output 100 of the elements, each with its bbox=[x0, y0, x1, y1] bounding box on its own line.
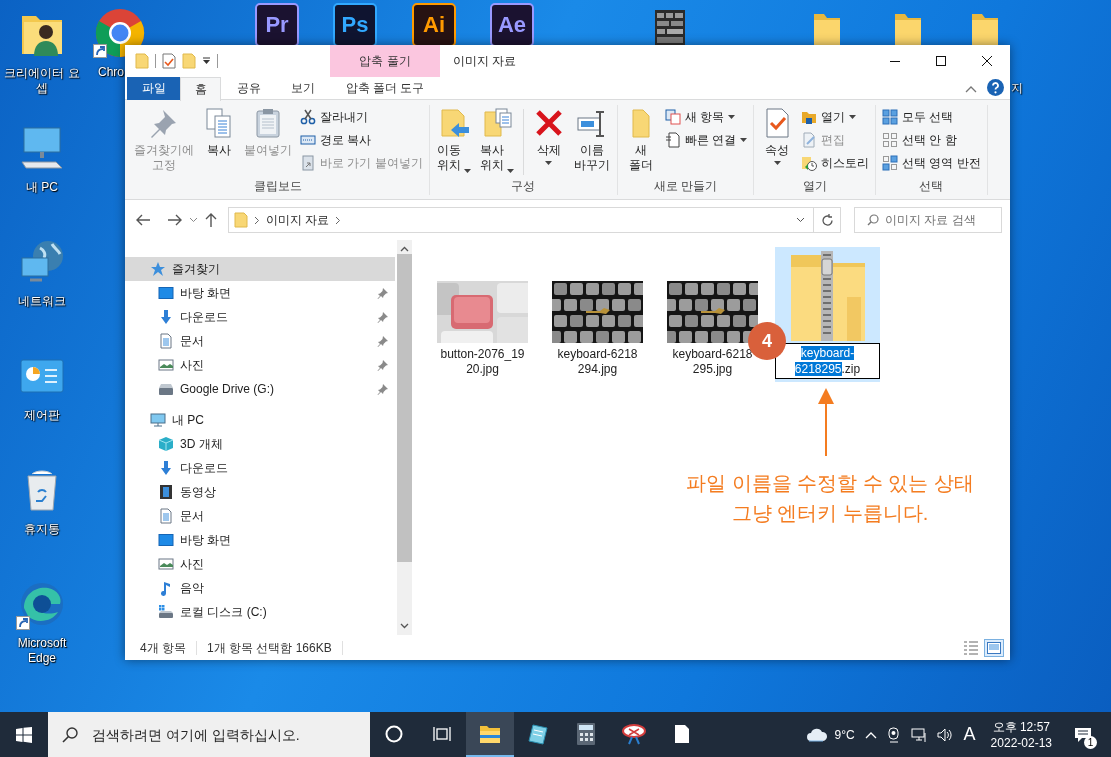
icon-label: 제어판 bbox=[23, 408, 61, 423]
chevron-down-icon bbox=[400, 623, 409, 629]
properties-button[interactable] bbox=[162, 51, 176, 71]
document-icon bbox=[664, 132, 681, 148]
search-box[interactable]: 검색하려면 여기에 입력하십시오. bbox=[48, 712, 370, 757]
ribbon-button[interactable]: 열기 bbox=[799, 106, 871, 128]
camera-icon bbox=[886, 726, 901, 743]
pin-icon bbox=[377, 311, 389, 323]
taskbar-button[interactable] bbox=[466, 712, 514, 757]
ribbon-button[interactable]: 선택 안 함 bbox=[880, 129, 983, 151]
arrow bbox=[818, 388, 834, 456]
address-bar[interactable]: 이미지 자료 bbox=[228, 207, 841, 233]
nav-item[interactable]: 3D 개체 bbox=[125, 432, 395, 456]
ribbon-button[interactable]: 삭제 bbox=[529, 105, 568, 167]
file-item[interactable]: keyboard-6218295.zip bbox=[775, 247, 880, 382]
search-field[interactable]: 이미지 자료 검색 bbox=[885, 213, 995, 227]
folder-icon bbox=[970, 12, 1000, 46]
cloud-icon bbox=[806, 727, 829, 742]
scrollbar-thumb[interactable] bbox=[397, 254, 412, 562]
nav-item[interactable]: 문서 bbox=[125, 504, 395, 528]
chevron-right-icon bbox=[254, 215, 260, 225]
drive-icon bbox=[158, 381, 174, 397]
notification-button[interactable]: 1 bbox=[1062, 712, 1104, 757]
group-label: 구성 bbox=[510, 179, 537, 195]
image-icon bbox=[158, 357, 174, 373]
weather-temperature[interactable]: 9°C bbox=[834, 727, 855, 742]
shortcut-arrow-icon bbox=[93, 44, 107, 58]
nav-item[interactable]: 내 PC bbox=[125, 408, 395, 432]
search-box[interactable]: 이미지 자료 검색 bbox=[854, 207, 1002, 233]
ribbon-button[interactable]: 복사 bbox=[200, 105, 238, 160]
view-toggle[interactable] bbox=[961, 638, 981, 657]
ribbon-button[interactable]: 잘라내기 bbox=[298, 106, 425, 128]
app-icon[interactable]: Ae bbox=[490, 3, 534, 47]
scissors-icon bbox=[300, 109, 316, 125]
monitor-icon bbox=[150, 412, 166, 428]
ribbon-tab[interactable]: 보기 bbox=[276, 77, 330, 100]
windows-icon bbox=[16, 726, 32, 743]
nav-item[interactable]: 즐겨찾기 bbox=[125, 257, 395, 281]
circle-icon bbox=[385, 724, 403, 743]
swirl-icon bbox=[18, 580, 66, 628]
clock-folder-icon bbox=[801, 155, 817, 171]
nav-item[interactable]: 음악 bbox=[125, 576, 395, 600]
input-indicator[interactable]: A bbox=[958, 712, 981, 757]
document-icon bbox=[158, 333, 174, 349]
app-icon[interactable]: Pr bbox=[255, 3, 299, 47]
nav-item[interactable]: 바탕 화면 bbox=[125, 281, 395, 305]
ribbon-button[interactable]: 모두 선택 bbox=[880, 106, 983, 128]
ribbon-button[interactable]: 새 항목 bbox=[662, 106, 749, 128]
nav-item[interactable]: Google Drive (G:) bbox=[125, 377, 395, 401]
folder-icon bbox=[801, 109, 817, 125]
scrollbar[interactable] bbox=[397, 240, 412, 635]
file-item[interactable]: button-2076_1920.jpg bbox=[430, 247, 535, 380]
ribbon-button[interactable]: 선택 영역 반전 bbox=[880, 152, 983, 174]
ribbon-button[interactable]: 이름 바꾸기 bbox=[570, 105, 613, 175]
grid-outline-icon bbox=[882, 132, 898, 148]
clock-time[interactable]: 오후 12:57 bbox=[992, 718, 1050, 735]
app-icon[interactable]: Ai bbox=[412, 3, 456, 47]
search-field[interactable]: 검색하려면 여기에 입력하십시오. bbox=[92, 726, 362, 743]
help-button[interactable] bbox=[987, 78, 1004, 99]
ribbon-tab[interactable]: 파일 bbox=[127, 77, 180, 100]
help-icon bbox=[987, 78, 1004, 96]
nav-item[interactable]: 다운로드 bbox=[125, 456, 395, 480]
pencil-document-icon bbox=[801, 132, 817, 148]
refresh-icon bbox=[820, 213, 834, 227]
window-title: 이미지 자료 bbox=[452, 52, 517, 70]
nav-item[interactable]: 다운로드 bbox=[125, 305, 395, 329]
grid-icon bbox=[882, 109, 898, 125]
rename-field[interactable]: keyboard-6218295.zip bbox=[775, 343, 880, 379]
clock-date[interactable]: 2022-02-13 bbox=[990, 734, 1052, 751]
ribbon-tab[interactable]: 압축 폴더 도구 bbox=[330, 77, 440, 100]
view-toggle[interactable] bbox=[984, 638, 1004, 657]
app-icon[interactable]: Ps bbox=[333, 3, 377, 47]
folder-icon bbox=[234, 212, 248, 228]
nav-item[interactable]: 바탕 화면 bbox=[125, 528, 395, 552]
ribbon-button[interactable]: 경로 복사 bbox=[298, 129, 425, 151]
chevron-right-icon bbox=[335, 215, 342, 225]
nav-item[interactable]: 사진 bbox=[125, 353, 395, 377]
nav-item[interactable]: 로컬 디스크 (C:) bbox=[125, 600, 395, 624]
ribbon-button[interactable]: 이동 위치 bbox=[433, 105, 474, 175]
ribbon-button[interactable]: 빠른 연결 bbox=[662, 129, 749, 151]
ribbon-tab[interactable]: 홈 bbox=[180, 77, 221, 101]
icon-label: Microsoft Edge bbox=[16, 636, 68, 666]
folder-icon bbox=[135, 53, 149, 69]
nav-item[interactable]: 문서 bbox=[125, 329, 395, 353]
breadcrumb[interactable]: 이미지 자료 bbox=[266, 211, 330, 229]
group-label: 열기 bbox=[801, 179, 828, 195]
ribbon-tab[interactable]: 공유 bbox=[221, 77, 276, 100]
icon-label: 지 bbox=[1011, 80, 1023, 97]
nav-item[interactable]: 사진 bbox=[125, 552, 395, 576]
task-view-icon bbox=[433, 725, 451, 742]
ribbon-button[interactable]: 복사 위치 bbox=[476, 105, 517, 175]
screen-icon bbox=[158, 285, 174, 301]
ribbon-button[interactable]: 히스토리 bbox=[799, 152, 871, 174]
nav-item[interactable]: 동영상 bbox=[125, 480, 395, 504]
file-item[interactable]: keyboard-6218294.jpg bbox=[545, 247, 650, 380]
ribbon-button[interactable]: 속성 bbox=[758, 105, 796, 167]
document-icon bbox=[674, 723, 690, 744]
maximize-icon bbox=[936, 56, 946, 66]
icon-label: Chro bbox=[98, 65, 124, 79]
ribbon-button[interactable]: 새 폴더 bbox=[621, 105, 660, 175]
